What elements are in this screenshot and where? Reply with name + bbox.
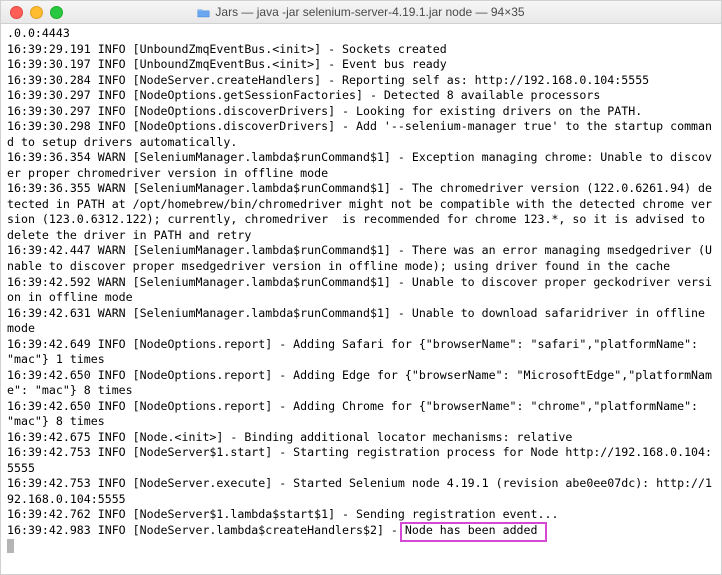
log-line: 16:39:42.675 INFO [Node.<init>] - Bindin… [7,430,715,446]
highlighted-text: Node has been added [405,523,538,537]
log-line: .0.0:4443 [7,26,715,42]
log-line: 16:39:42.753 INFO [NodeServer$1.start] -… [7,445,715,476]
log-line: 16:39:30.197 INFO [UnboundZmqEventBus.<i… [7,57,715,73]
log-line: 16:39:42.762 INFO [NodeServer$1.lambda$s… [7,507,715,523]
log-line: 16:39:42.649 INFO [NodeOptions.report] -… [7,337,715,368]
minimize-icon[interactable] [30,6,43,19]
titlebar: Jars — java -jar selenium-server-4.19.1.… [1,1,721,24]
log-line: 16:39:30.297 INFO [NodeOptions.getSessio… [7,88,715,104]
cursor [7,539,14,553]
log-line: 16:39:42.650 INFO [NodeOptions.report] -… [7,399,715,430]
log-line: 16:39:42.983 INFO [NodeServer.lambda$cre… [7,523,715,539]
log-line: 16:39:30.284 INFO [NodeServer.createHand… [7,73,715,89]
window-title-text: Jars — java -jar selenium-server-4.19.1.… [215,5,524,19]
maximize-icon[interactable] [50,6,63,19]
log-line: 16:39:30.298 INFO [NodeOptions.discoverD… [7,119,715,150]
log-line: 16:39:42.447 WARN [SeleniumManager.lambd… [7,243,715,274]
log-line: 16:39:29.191 INFO [UnboundZmqEventBus.<i… [7,42,715,58]
prompt-line [7,539,715,555]
window-title: Jars — java -jar selenium-server-4.19.1.… [1,5,721,19]
log-line: 16:39:36.354 WARN [SeleniumManager.lambd… [7,150,715,181]
log-line: 16:39:42.753 INFO [NodeServer.execute] -… [7,476,715,507]
terminal-window: Jars — java -jar selenium-server-4.19.1.… [0,0,722,575]
log-line: 16:39:30.297 INFO [NodeOptions.discoverD… [7,104,715,120]
log-line: 16:39:36.355 WARN [SeleniumManager.lambd… [7,181,715,243]
log-line: 16:39:42.592 WARN [SeleniumManager.lambd… [7,275,715,306]
log-line: 16:39:42.650 INFO [NodeOptions.report] -… [7,368,715,399]
window-controls [1,6,63,19]
folder-icon [197,7,210,18]
log-line: 16:39:42.631 WARN [SeleniumManager.lambd… [7,306,715,337]
terminal-output[interactable]: .0.0:444316:39:29.191 INFO [UnboundZmqEv… [1,24,721,574]
close-icon[interactable] [10,6,23,19]
